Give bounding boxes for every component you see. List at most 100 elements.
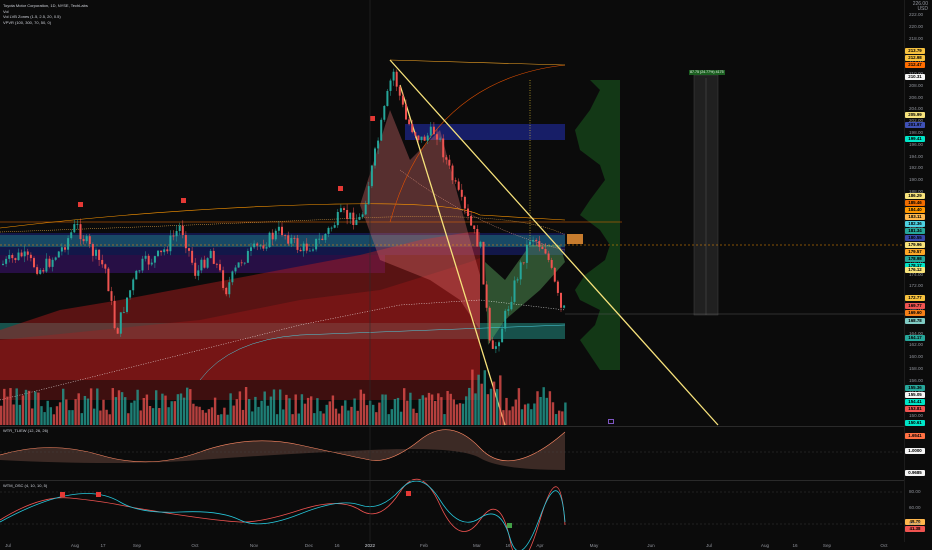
candle-body (240, 262, 243, 264)
price-tick: 196.00 (909, 141, 924, 147)
volume-bar (303, 403, 307, 425)
candle-body (448, 159, 451, 166)
volume-bar (161, 393, 164, 425)
osc-value-tag: 1.6541 (905, 433, 925, 440)
price-unit: 226.00 USD (913, 2, 928, 12)
candle-body (361, 214, 364, 217)
time-tick: Aug (760, 543, 770, 548)
volume-bar (6, 396, 9, 425)
price-tick: 206.00 (909, 94, 924, 100)
osc-tick: 80.00 (909, 489, 921, 494)
chart-canvas[interactable] (0, 0, 932, 550)
candle-body (315, 238, 318, 250)
volume-bar (527, 403, 530, 425)
volume-bar (241, 409, 245, 425)
candle-body (457, 181, 460, 190)
price-tick: 194.00 (909, 153, 924, 159)
price-tag: 155.36 (905, 385, 925, 392)
volume-bar (542, 387, 545, 425)
candle-body (439, 138, 442, 140)
volume-bar (182, 397, 186, 425)
volume-bar (15, 388, 18, 425)
volume-bar (71, 410, 74, 425)
volume-bar (350, 406, 353, 425)
volume-bar (486, 394, 490, 425)
volume-bar (55, 406, 59, 425)
candle-body (504, 310, 507, 329)
osc1-label[interactable]: WTR_TLIEW (12, 26, 26) (3, 428, 48, 433)
candle-body (79, 224, 82, 240)
volume-bar (505, 397, 508, 425)
candle-body (11, 254, 14, 259)
candle-body (336, 212, 339, 226)
candle-body (389, 80, 392, 91)
volume-bar (548, 391, 552, 425)
volume-bar (443, 414, 446, 425)
candle-body (423, 136, 426, 141)
current-price-flag (567, 234, 583, 244)
candle-body (411, 124, 414, 133)
candle-body (330, 227, 333, 229)
candle-body (101, 259, 104, 265)
candle-body (541, 246, 544, 250)
price-tag: 155.05 (905, 392, 925, 399)
volume-bar (251, 411, 254, 425)
volume-bar (520, 409, 524, 425)
candle-body (150, 262, 153, 265)
candle-body (212, 250, 215, 264)
volume-bar (192, 403, 195, 425)
time-tick: Mar (473, 543, 481, 548)
symbol-title[interactable]: Toyota Motor Corporation, 1D, NYSE, Tech… (3, 3, 88, 9)
candle-body (197, 270, 200, 276)
price-tick: 162.00 (909, 342, 924, 348)
volume-bar (446, 390, 449, 425)
volume-bar (102, 399, 105, 425)
volume-bar (434, 401, 437, 425)
volume-bar (142, 397, 145, 425)
candle-body (442, 138, 445, 158)
candle-body (454, 180, 457, 182)
candle-body (181, 225, 184, 236)
candle-body (110, 291, 113, 301)
candle-body (327, 227, 330, 234)
pane-separator-2[interactable] (0, 480, 904, 481)
candle-body (85, 236, 88, 242)
candle-body (538, 241, 541, 247)
candle-body (200, 259, 203, 271)
volume-bar (533, 403, 536, 425)
volume-bar (164, 395, 167, 425)
price-tag: 182.36 (905, 221, 925, 228)
pane-separator-1[interactable] (0, 426, 904, 427)
volume-bar (452, 399, 455, 425)
osc1-fill (0, 429, 565, 470)
chart-window[interactable]: Toyota Motor Corporation, 1D, NYSE, Tech… (0, 0, 932, 550)
volume-bar (133, 400, 136, 425)
volume-bar (489, 388, 493, 425)
volume-bar (483, 370, 486, 425)
volume-bar (477, 374, 480, 425)
candle-body (377, 140, 380, 149)
price-tick: 190.00 (909, 177, 924, 183)
time-tick: Nov (249, 543, 259, 548)
volume-bar (365, 405, 369, 425)
candle-body (126, 297, 128, 312)
candle-body (408, 119, 411, 125)
candle-body (417, 135, 420, 141)
price-tick: 208.00 (909, 82, 924, 88)
candle-body (256, 243, 259, 246)
candle-body (178, 225, 181, 232)
osc2-label[interactable]: WTM_OSC (4, 10, 10, 5) (3, 483, 47, 488)
candle-body (302, 243, 305, 252)
candle-body (470, 216, 473, 226)
volume-bar (176, 394, 180, 425)
time-tick: Oct (191, 543, 199, 548)
volume-bar (313, 413, 316, 425)
volume-bar (362, 393, 366, 425)
candle-body (333, 225, 336, 228)
candle-body (349, 212, 352, 219)
legend-vpvr[interactable]: VPVR (100, 300, 70, 50, 0) (3, 20, 88, 26)
volume-bar (511, 406, 514, 425)
candle-body (556, 281, 559, 293)
event-badge[interactable] (608, 419, 614, 424)
candle-body (67, 238, 70, 250)
